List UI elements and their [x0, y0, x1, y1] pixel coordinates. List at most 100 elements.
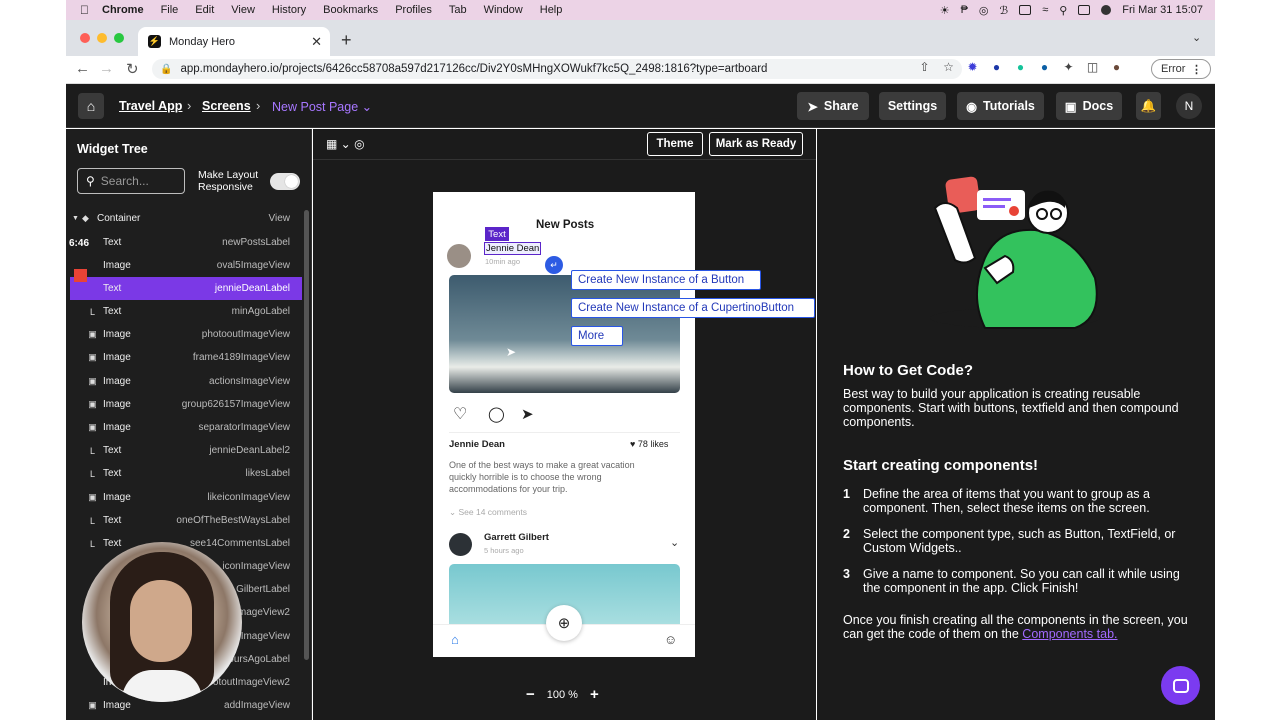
tree-row-newPostsLabel[interactable]: Text newPostsLabel: [70, 231, 302, 254]
bookmark-star-icon[interactable]: ☆: [942, 61, 955, 74]
send-icon[interactable]: ➤: [521, 405, 534, 423]
search-icon[interactable]: ⚲: [1059, 4, 1067, 17]
more-button[interactable]: More: [571, 326, 623, 346]
profile-tab-icon[interactable]: ☺: [664, 632, 677, 647]
error-button[interactable]: Error ⋮: [1151, 59, 1211, 79]
current-page-dropdown[interactable]: New Post Page ⌄: [272, 99, 372, 114]
tree-row-likesLabel[interactable]: L Text likesLabel: [70, 462, 302, 485]
user-avatar[interactable]: N: [1176, 93, 1202, 119]
cast-icon[interactable]: ◎: [979, 4, 989, 17]
close-window-button[interactable]: [80, 33, 90, 43]
menu-edit[interactable]: Edit: [195, 4, 214, 16]
target-icon[interactable]: ◎: [354, 137, 364, 151]
expand-caret-icon[interactable]: ▼: [72, 215, 79, 222]
bell-icon[interactable]: 🔔: [1136, 92, 1161, 120]
menu-tab[interactable]: Tab: [449, 4, 467, 16]
minimize-window-button[interactable]: [97, 33, 107, 43]
maximize-window-button[interactable]: [114, 33, 124, 43]
sidepanel-icon[interactable]: ◫: [1086, 61, 1099, 74]
siri-icon[interactable]: [1101, 5, 1112, 15]
mark-as-ready-button[interactable]: Mark as Ready: [709, 132, 803, 156]
close-tab-icon[interactable]: ✕: [311, 34, 322, 50]
app-icon[interactable]: ₱: [961, 4, 968, 16]
clock[interactable]: Fri Mar 31 15:07: [1122, 4, 1203, 16]
add-post-icon[interactable]: ⊕: [546, 605, 582, 641]
wifi-icon[interactable]: ≈: [1042, 4, 1048, 16]
tutorials-button[interactable]: ◉ Tutorials: [957, 92, 1044, 120]
create-button-instance[interactable]: Create New Instance of a Button: [571, 270, 761, 290]
extension-sun-icon[interactable]: ✹: [966, 61, 979, 74]
theme-button[interactable]: Theme: [647, 132, 703, 156]
phone-artboard[interactable]: New Posts Text Jennie Dean 10min ago ↵ ♡…: [433, 192, 695, 657]
likes-label[interactable]: 78 likes: [638, 439, 669, 449]
commenter-avatar[interactable]: [449, 533, 472, 556]
chat-support-button[interactable]: [1161, 666, 1200, 705]
author-name-selected[interactable]: Jennie Dean: [484, 242, 542, 255]
tree-row-photooutImageView[interactable]: ▣ Image photooutImageView: [70, 323, 302, 346]
commenter-name[interactable]: Garrett Gilbert: [484, 532, 549, 543]
kebab-menu-icon[interactable]: ⋮: [1191, 63, 1202, 76]
address-bar[interactable]: 🔒 app.mondayhero.io/projects/6426cc58708…: [152, 59, 962, 79]
tree-row-separatorImageView[interactable]: ▣ Image separatorImageView: [70, 416, 302, 439]
menu-history[interactable]: History: [272, 4, 306, 16]
tree-row-group626157ImageView[interactable]: ▣ Image group626157ImageView: [70, 393, 302, 416]
tree-row-frame4189ImageView[interactable]: ▣ Image frame4189ImageView: [70, 346, 302, 369]
tree-row-oval5ImageView[interactable]: Image oval5ImageView: [70, 254, 302, 277]
share-button[interactable]: ➤ Share: [797, 92, 869, 120]
tree-row-oneOfTheBestWaysLabel[interactable]: L Text oneOfTheBestWaysLabel: [70, 509, 302, 532]
components-tab-link[interactable]: Components tab.: [1022, 627, 1117, 641]
extension-circle-icon[interactable]: ●: [990, 61, 1003, 74]
docs-button[interactable]: ▣ Docs: [1056, 92, 1122, 120]
settings-button[interactable]: Settings: [879, 92, 946, 120]
menu-profiles[interactable]: Profiles: [395, 4, 432, 16]
forward-arrow-icon[interactable]: →: [99, 60, 114, 77]
tree-row-likeiconImageView[interactable]: ▣ Image likeiconImageView: [70, 486, 302, 509]
tree-row-jennieDeanLabel2[interactable]: L Text jennieDeanLabel2: [70, 439, 302, 462]
apple-icon[interactable]: : [80, 3, 89, 17]
tree-row-View[interactable]: ▼ ◆ Container View: [70, 207, 302, 230]
extension-compass-icon[interactable]: ●: [1038, 61, 1051, 74]
breadcrumb-travel-app[interactable]: Travel App: [119, 99, 182, 113]
zoom-in-button[interactable]: +: [590, 686, 599, 703]
battery-icon[interactable]: [1019, 5, 1032, 15]
zoom-out-button[interactable]: −: [526, 686, 535, 703]
control-center-icon[interactable]: [1078, 5, 1091, 15]
author-avatar[interactable]: [447, 244, 471, 268]
reload-icon[interactable]: ↻: [126, 60, 139, 78]
heart-icon[interactable]: ♡: [453, 404, 467, 424]
tab-search-chevron-icon[interactable]: ⌄: [1192, 31, 1201, 44]
search-input[interactable]: ⚲ Search...: [77, 168, 185, 194]
bluetooth-icon[interactable]: ℬ: [1000, 4, 1009, 17]
home-icon[interactable]: ⌂: [78, 93, 104, 119]
tree-scrollbar[interactable]: [304, 210, 309, 660]
extensions-puzzle-icon[interactable]: ✦: [1062, 61, 1075, 74]
menu-window[interactable]: Window: [484, 4, 523, 16]
new-tab-button[interactable]: +: [341, 30, 352, 51]
tree-row-actionsImageView[interactable]: ▣ Image actionsImageView: [70, 370, 302, 393]
component-badge-icon[interactable]: ↵: [545, 256, 563, 274]
post-body[interactable]: One of the best ways to make a great vac…: [449, 459, 664, 495]
back-arrow-icon[interactable]: ←: [75, 60, 90, 77]
sun-icon[interactable]: ☀: [940, 4, 950, 17]
browser-tab[interactable]: ⚡ Monday Hero ✕: [138, 27, 330, 56]
commenter-time[interactable]: 5 hours ago: [484, 546, 524, 555]
post-time[interactable]: 10min ago: [485, 257, 520, 266]
tree-row-minAgoLabel[interactable]: L Text minAgoLabel: [70, 300, 302, 323]
breadcrumb-screens[interactable]: Screens: [202, 99, 251, 113]
new-posts-title[interactable]: New Posts: [536, 219, 594, 231]
grid-dropdown-icon[interactable]: ▦ ⌄ ◎: [326, 137, 365, 151]
create-cupertino-button-instance[interactable]: Create New Instance of a CupertinoButton: [571, 298, 815, 318]
menu-help[interactable]: Help: [540, 4, 563, 16]
post-photo[interactable]: [449, 275, 680, 393]
comment-icon[interactable]: ◯: [488, 405, 505, 423]
menu-chrome[interactable]: Chrome: [102, 4, 144, 16]
menu-view[interactable]: View: [231, 4, 255, 16]
author-name-2[interactable]: Jennie Dean: [449, 439, 505, 450]
see-comments-label[interactable]: See 14 comments: [459, 507, 528, 517]
profile-avatar-icon[interactable]: ●: [1110, 61, 1123, 74]
grammarly-icon[interactable]: ●: [1014, 61, 1027, 74]
home-tab-icon[interactable]: ⌂: [451, 632, 459, 647]
share-page-icon[interactable]: ⇧: [918, 61, 931, 74]
tree-row-jennieDeanLabel[interactable]: Text jennieDeanLabel: [70, 277, 302, 300]
menu-file[interactable]: File: [161, 4, 179, 16]
